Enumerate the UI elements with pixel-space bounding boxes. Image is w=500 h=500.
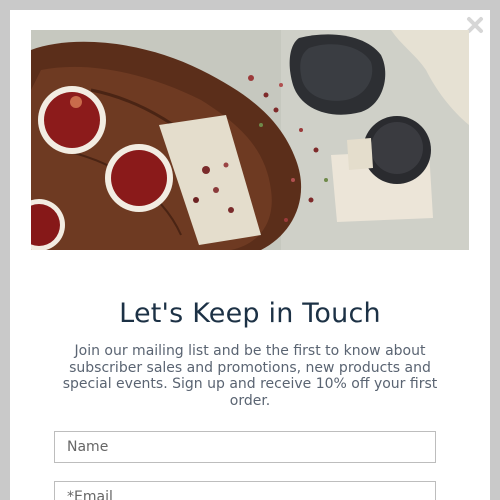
signup-modal: Let's Keep in Touch Join our mailing lis…	[10, 10, 490, 500]
email-field[interactable]	[54, 481, 436, 500]
modal-description: Join our mailing list and be the first t…	[62, 343, 438, 409]
modal-title: Let's Keep in Touch	[119, 298, 381, 329]
hero-image	[31, 30, 469, 250]
name-field[interactable]	[54, 431, 436, 463]
